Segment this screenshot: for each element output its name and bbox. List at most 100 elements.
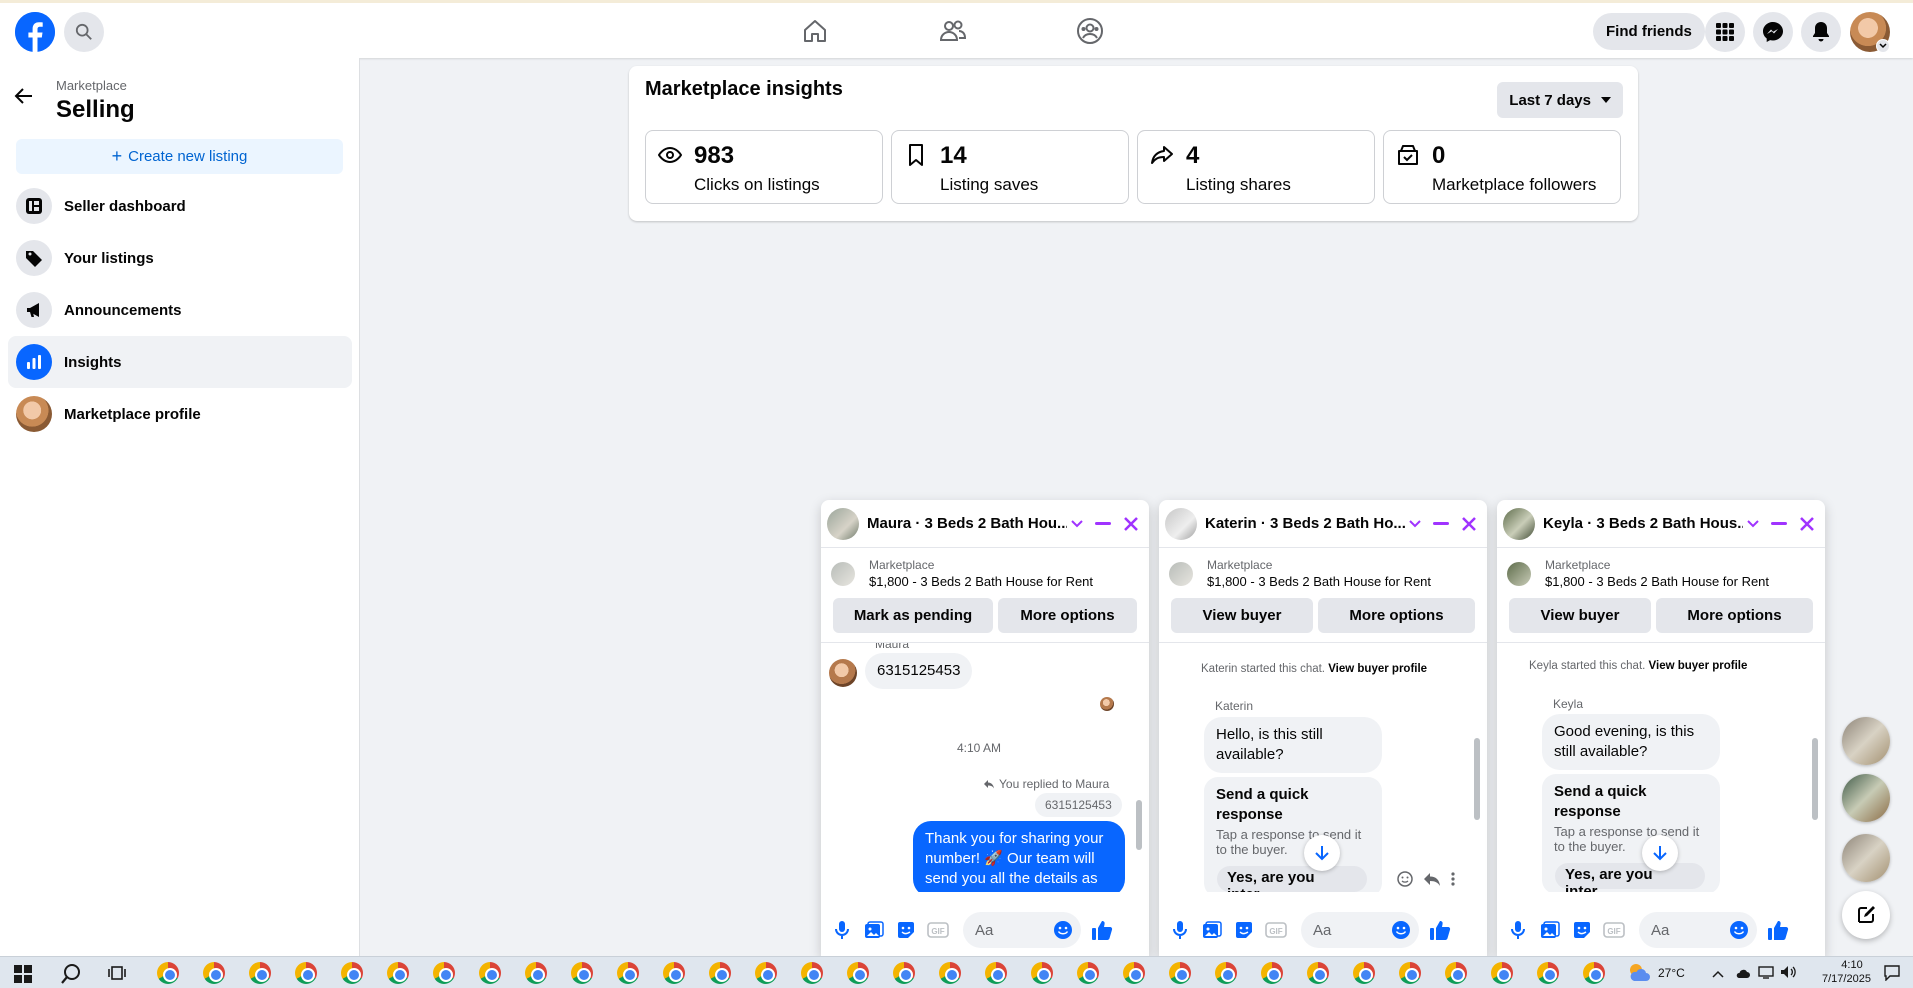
browser-taskbar-icon[interactable] <box>617 962 639 984</box>
browser-taskbar-icon[interactable] <box>939 962 961 984</box>
chat-options-button[interactable] <box>1067 514 1087 534</box>
mark-as-pending-button[interactable]: Mark as pending <box>833 598 993 633</box>
microphone-icon[interactable] <box>831 919 853 941</box>
chat-options-button[interactable] <box>1405 514 1425 534</box>
emoji-icon[interactable] <box>1729 920 1749 940</box>
browser-taskbar-icon[interactable] <box>1583 962 1605 984</box>
browser-taskbar-icon[interactable] <box>1123 962 1145 984</box>
browser-taskbar-icon[interactable] <box>1215 962 1237 984</box>
browser-taskbar-icon[interactable] <box>157 962 179 984</box>
browser-taskbar-icon[interactable] <box>341 962 363 984</box>
start-button[interactable] <box>14 965 32 988</box>
chat-header[interactable]: Katerin · 3 Beds 2 Bath Ho... <box>1159 500 1487 548</box>
weather-temperature[interactable]: 27°C <box>1658 966 1685 980</box>
browser-taskbar-icon[interactable] <box>1537 962 1559 984</box>
sidebar-item-your-listings[interactable]: Your listings <box>8 232 352 284</box>
browser-taskbar-icon[interactable] <box>1031 962 1053 984</box>
quick-response-option[interactable]: Yes, are you inter... <box>1555 863 1705 892</box>
message-input[interactable]: Aa <box>1639 912 1757 948</box>
view-buyer-button[interactable]: View buyer <box>1509 598 1651 633</box>
chat-head-1[interactable] <box>1842 717 1890 765</box>
create-listing-button[interactable]: + Create new listing <box>16 139 343 174</box>
find-friends-button[interactable]: Find friends <box>1593 13 1705 50</box>
react-icon[interactable] <box>1397 871 1413 887</box>
cloud-sync-icon[interactable] <box>1736 966 1750 984</box>
breadcrumb[interactable]: Marketplace <box>56 78 127 93</box>
chat-title[interactable]: Maura · 3 Beds 2 Bath Hou... <box>867 515 1067 532</box>
network-icon[interactable] <box>1758 965 1774 984</box>
scrollbar-thumb[interactable] <box>1812 738 1818 820</box>
sent-message-bubble[interactable]: Thank you for sharing your number! 🚀 Our… <box>913 821 1125 892</box>
groups-nav[interactable] <box>1076 17 1104 45</box>
more-options-button[interactable]: More options <box>998 598 1137 633</box>
minimize-chat-button[interactable] <box>1769 514 1789 534</box>
notification-center-button[interactable] <box>1884 965 1900 986</box>
browser-taskbar-icon[interactable] <box>571 962 593 984</box>
browser-taskbar-icon[interactable] <box>1077 962 1099 984</box>
minimize-chat-button[interactable] <box>1431 514 1451 534</box>
message-bubble[interactable]: Good evening, is this still available? <box>1542 714 1720 770</box>
browser-taskbar-icon[interactable] <box>1399 962 1421 984</box>
browser-taskbar-icon[interactable] <box>847 962 869 984</box>
more-options-button[interactable]: More options <box>1318 598 1475 633</box>
browser-taskbar-icon[interactable] <box>1353 962 1375 984</box>
friends-nav[interactable] <box>939 17 967 45</box>
browser-taskbar-icon[interactable] <box>755 962 777 984</box>
browser-taskbar-icon[interactable] <box>433 962 455 984</box>
browser-taskbar-icon[interactable] <box>1261 962 1283 984</box>
more-vertical-icon[interactable] <box>1451 871 1455 887</box>
emoji-icon[interactable] <box>1391 920 1411 940</box>
view-buyer-profile-link[interactable]: View buyer profile <box>1649 660 1748 672</box>
listing-info[interactable]: Marketplace $1,800 - 3 Beds 2 Bath House… <box>831 558 1093 589</box>
volume-icon[interactable] <box>1780 965 1798 984</box>
browser-taskbar-icon[interactable] <box>249 962 271 984</box>
browser-taskbar-icon[interactable] <box>1169 962 1191 984</box>
like-icon[interactable] <box>1091 919 1113 941</box>
task-view-button[interactable] <box>108 965 126 986</box>
chat-options-button[interactable] <box>1743 514 1763 534</box>
menu-button[interactable] <box>1705 12 1745 52</box>
weather-icon[interactable] <box>1626 961 1650 983</box>
browser-taskbar-icon[interactable] <box>985 962 1007 984</box>
facebook-logo[interactable] <box>15 12 55 52</box>
sticker-icon[interactable] <box>1233 919 1255 941</box>
sticker-icon[interactable] <box>895 919 917 941</box>
taskbar-search-button[interactable] <box>60 963 82 988</box>
account-chevron[interactable] <box>1876 39 1890 53</box>
notifications-button[interactable] <box>1801 12 1841 52</box>
message-bubble[interactable]: Hello, is this still available? <box>1204 717 1382 773</box>
browser-taskbar-icon[interactable] <box>663 962 685 984</box>
browser-taskbar-icon[interactable] <box>387 962 409 984</box>
chat-title[interactable]: Keyla · 3 Beds 2 Bath Hous... <box>1543 515 1743 532</box>
browser-taskbar-icon[interactable] <box>479 962 501 984</box>
emoji-icon[interactable] <box>1053 920 1073 940</box>
chat-header[interactable]: Maura · 3 Beds 2 Bath Hou... <box>821 500 1149 548</box>
scrollbar-thumb[interactable] <box>1136 800 1142 850</box>
photo-icon[interactable] <box>863 919 885 941</box>
reply-icon[interactable] <box>1423 871 1441 887</box>
photo-icon[interactable] <box>1201 919 1223 941</box>
browser-taskbar-icon[interactable] <box>709 962 731 984</box>
browser-taskbar-icon[interactable] <box>1307 962 1329 984</box>
sidebar-item-seller-dashboard[interactable]: Seller dashboard <box>8 180 352 232</box>
close-chat-button[interactable] <box>1121 514 1141 534</box>
microphone-icon[interactable] <box>1507 919 1529 941</box>
browser-taskbar-icon[interactable] <box>1445 962 1467 984</box>
view-buyer-button[interactable]: View buyer <box>1171 598 1313 633</box>
home-nav[interactable] <box>801 17 829 45</box>
date-range-dropdown[interactable]: Last 7 days <box>1497 82 1623 118</box>
minimize-chat-button[interactable] <box>1093 514 1113 534</box>
browser-taskbar-icon[interactable] <box>801 962 823 984</box>
like-icon[interactable] <box>1429 919 1451 941</box>
message-bubble[interactable]: 6315125453 <box>865 653 973 689</box>
scroll-down-button[interactable] <box>1642 835 1678 871</box>
gif-icon[interactable]: GIF <box>927 919 949 941</box>
scroll-down-button[interactable] <box>1304 835 1340 871</box>
search-button[interactable] <box>64 12 104 52</box>
listing-info[interactable]: Marketplace $1,800 - 3 Beds 2 Bath House… <box>1507 558 1769 589</box>
chat-header[interactable]: Keyla · 3 Beds 2 Bath Hous... <box>1497 500 1825 548</box>
browser-taskbar-icon[interactable] <box>203 962 225 984</box>
browser-taskbar-icon[interactable] <box>525 962 547 984</box>
messenger-button[interactable] <box>1753 12 1793 52</box>
close-chat-button[interactable] <box>1459 514 1479 534</box>
